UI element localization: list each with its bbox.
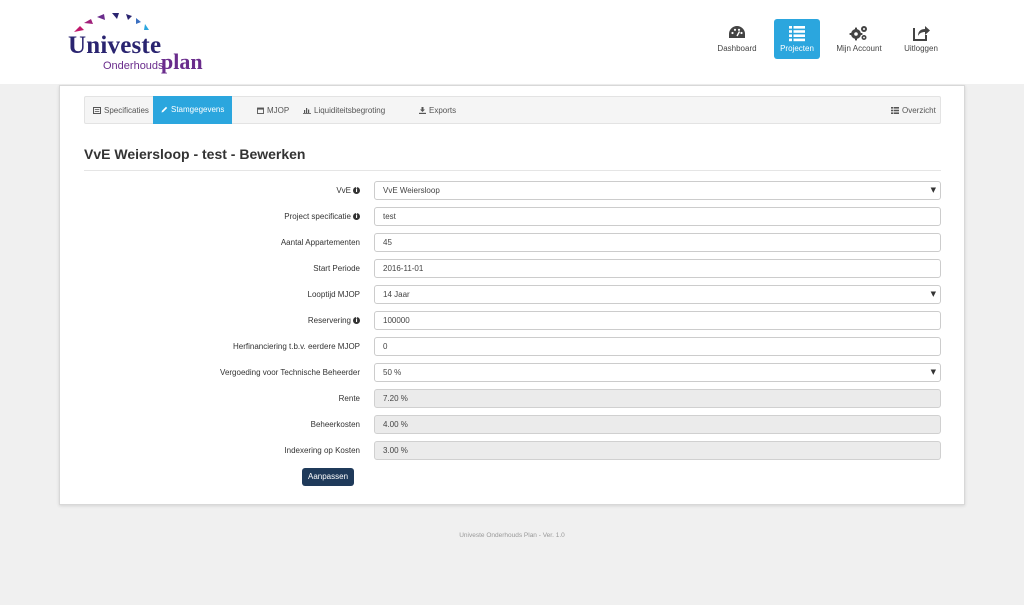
indexering-label: Indexering op Kosten <box>284 446 360 455</box>
reservering-input[interactable]: 100000 <box>374 311 941 330</box>
nav-mijn-account-label: Mijn Account <box>836 44 882 53</box>
form-row-reservering: Reservering i 100000 <box>60 311 966 330</box>
indexering-readonly: 3.00 % <box>374 441 941 460</box>
info-icon[interactable]: i <box>353 317 360 325</box>
form-row-indexering: Indexering op Kosten 3.00 % <box>60 441 966 460</box>
reservering-label: Reservering i <box>308 311 360 330</box>
download-icon <box>419 107 426 115</box>
tab-liquiditeitsbegroting-label: Liquiditeitsbegroting <box>314 106 386 115</box>
bar-chart-icon <box>303 108 311 115</box>
vve-label: VvE i <box>336 181 360 200</box>
list-icon <box>789 26 805 42</box>
list-alt-icon <box>93 107 101 115</box>
th-list-icon <box>891 107 899 115</box>
share-icon <box>913 26 930 41</box>
tab-exports[interactable]: Exports <box>419 97 456 124</box>
vergoeding-select-value: 50 % <box>383 368 402 377</box>
form-row-rente: Rente 7.20 % <box>60 389 966 408</box>
gears-icon <box>849 26 867 41</box>
info-icon[interactable]: i <box>353 187 360 195</box>
sub-nav-tabs: Specificaties Stamgegevens MJOP Liquidit… <box>84 96 941 124</box>
title-divider <box>84 170 941 171</box>
logo-arcs-icon <box>74 13 149 32</box>
tab-overzicht-label: Overzicht <box>902 106 936 115</box>
project-spec-label-text: Project specificatie <box>284 212 351 221</box>
form-row-vve: VvE i VvE Weiersloop ▼ <box>60 181 966 200</box>
tab-specificaties[interactable]: Specificaties <box>93 97 149 124</box>
tab-mjop[interactable]: MJOP <box>257 97 289 124</box>
nav-dashboard[interactable]: Dashboard <box>714 19 760 59</box>
rente-label: Rente <box>338 394 360 403</box>
project-spec-label: Project specificatie i <box>284 207 360 226</box>
project-spec-input[interactable]: test <box>374 207 941 226</box>
info-icon[interactable]: i <box>353 213 360 221</box>
page-title: VvE Weiersloop - test - Bewerken <box>84 146 306 162</box>
form-row-project-spec: Project specificatie i test <box>60 207 966 226</box>
nav-mijn-account[interactable]: Mijn Account <box>836 19 882 59</box>
caret-down-icon: ▼ <box>930 186 936 194</box>
nav-projecten[interactable]: Projecten <box>774 19 820 59</box>
tab-overzicht[interactable]: Overzicht <box>891 97 936 124</box>
footer-version: Univeste Onderhouds Plan - Ver. 1.0 <box>459 532 565 539</box>
vve-select[interactable]: VvE Weiersloop ▼ <box>374 181 941 200</box>
start-periode-label: Start Periode <box>313 264 360 273</box>
vergoeding-label: Vergoeding voor Technische Beheerder <box>220 368 360 377</box>
vve-select-value: VvE Weiersloop <box>383 186 440 195</box>
appartementen-input[interactable]: 45 <box>374 233 941 252</box>
caret-down-icon: ▼ <box>930 368 936 376</box>
form-row-looptijd: Looptijd MJOP 14 Jaar ▼ <box>60 285 966 304</box>
main-panel: Specificaties Stamgegevens MJOP Liquidit… <box>59 85 965 505</box>
app-header: Univeste Onderhouds plan Dashboard Proje <box>0 0 1024 84</box>
brand-subtitle: Onderhouds <box>103 60 164 72</box>
looptijd-label: Looptijd MJOP <box>307 290 360 299</box>
dashboard-icon <box>729 26 745 38</box>
vergoeding-select[interactable]: 50 % ▼ <box>374 363 941 382</box>
form-row-appartementen: Aantal Appartementen 45 <box>60 233 966 252</box>
looptijd-select[interactable]: 14 Jaar ▼ <box>374 285 941 304</box>
nav-projecten-label: Projecten <box>780 44 814 53</box>
start-periode-input[interactable]: 2016-11-01 <box>374 259 941 278</box>
aanpassen-button[interactable]: Aanpassen <box>302 468 354 486</box>
tab-liquiditeitsbegroting[interactable]: Liquiditeitsbegroting <box>303 97 385 124</box>
form-row-herfinanciering: Herfinanciering t.b.v. eerdere MJOP 0 <box>60 337 966 356</box>
brand-logo[interactable]: Univeste Onderhouds plan <box>66 12 216 74</box>
rente-readonly: 7.20 % <box>374 389 941 408</box>
form-row-start-periode: Start Periode 2016-11-01 <box>60 259 966 278</box>
tab-stamgegevens-label: Stamgegevens <box>171 105 225 114</box>
caret-down-icon: ▼ <box>930 290 936 298</box>
herfinanciering-input[interactable]: 0 <box>374 337 941 356</box>
nav-uitloggen-label: Uitloggen <box>904 44 938 53</box>
tab-mjop-label: MJOP <box>267 106 290 115</box>
brand-plan: plan <box>161 49 203 74</box>
form-row-beheerkosten: Beheerkosten 4.00 % <box>60 415 966 434</box>
brand-name: Univeste <box>68 32 162 59</box>
vve-label-text: VvE <box>336 186 351 195</box>
nav-uitloggen[interactable]: Uitloggen <box>898 19 944 59</box>
beheerkosten-label: Beheerkosten <box>310 420 360 429</box>
pencil-icon <box>161 107 168 113</box>
tab-specificaties-label: Specificaties <box>104 106 149 115</box>
looptijd-select-value: 14 Jaar <box>383 290 410 299</box>
tab-exports-label: Exports <box>429 106 457 115</box>
herfinanciering-label: Herfinanciering t.b.v. eerdere MJOP <box>232 342 360 351</box>
beheerkosten-readonly: 4.00 % <box>374 415 941 434</box>
form-row-vergoeding: Vergoeding voor Technische Beheerder 50 … <box>60 363 966 382</box>
appartementen-label: Aantal Appartementen <box>280 238 360 247</box>
tab-stamgegevens[interactable]: Stamgegevens <box>153 96 233 124</box>
calendar-icon <box>257 107 264 115</box>
reservering-label-text: Reservering <box>307 316 351 325</box>
